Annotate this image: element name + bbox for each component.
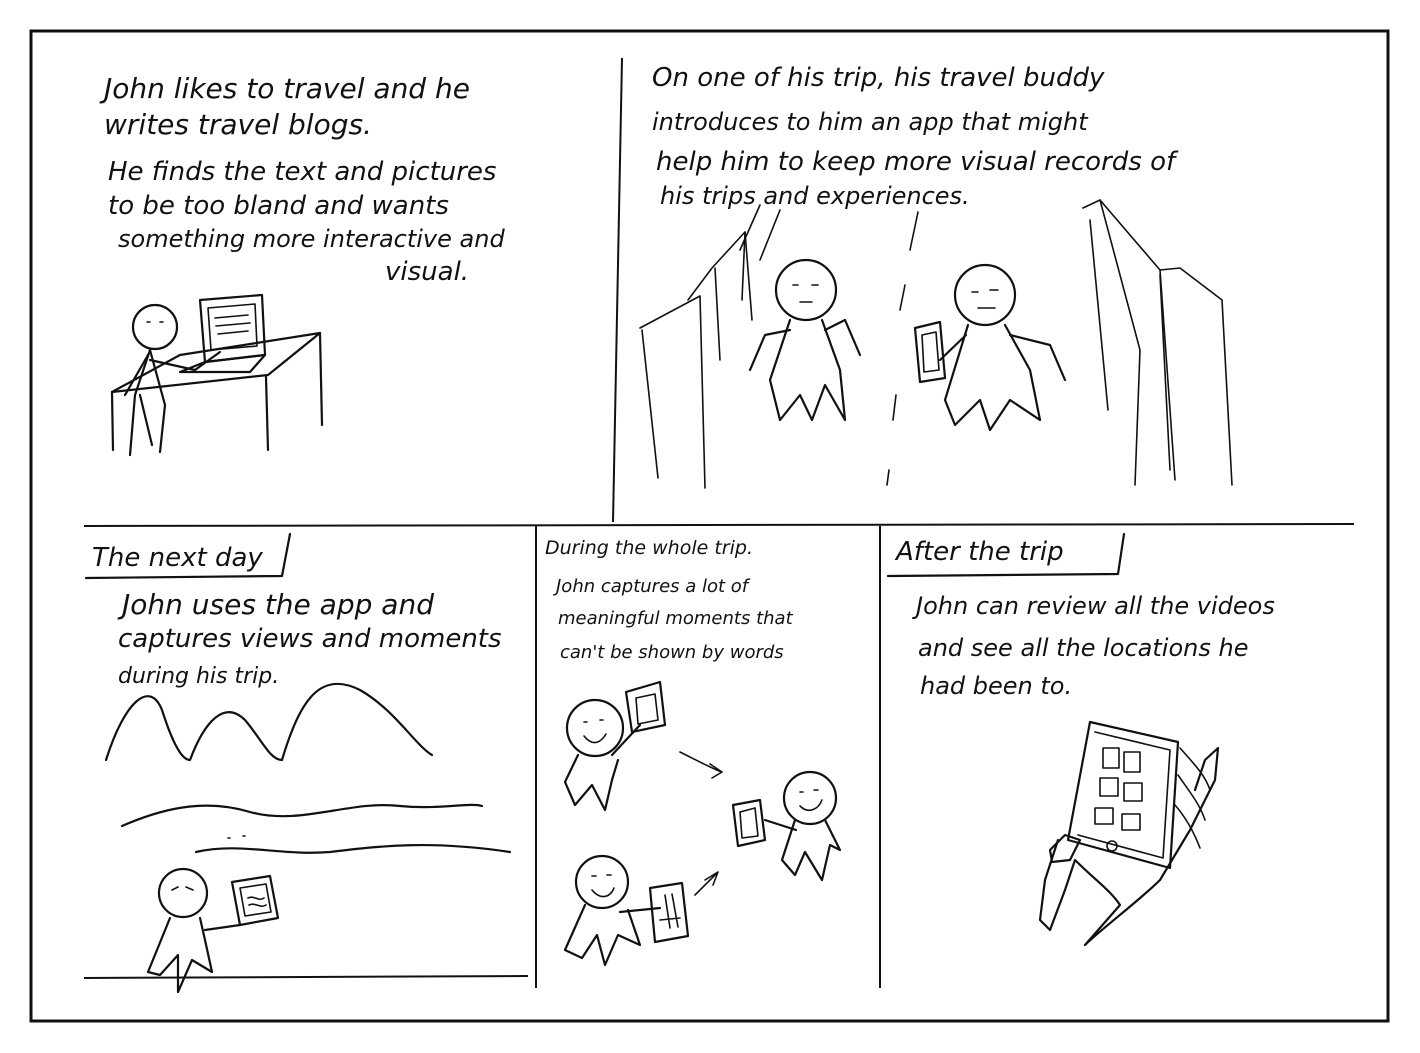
panel-5: After the trip John can review all the v… [886,532,1275,947]
panel4-heading: During the whole trip. [545,537,753,559]
panel4-line-3: can't be shown by words [560,642,784,663]
panel3-line-1: John uses the app and [117,588,434,621]
selfie-sketch-icon [563,680,842,967]
panel3-line-3: during his trip. [118,664,279,689]
panel1-line-6: visual. [385,257,469,287]
panel5-line-2: and see all the locations he [918,634,1248,662]
panel4-line-2: meaningful moments that [558,608,794,629]
panel1-line-5: something more interactive and [118,225,505,253]
panel-2: On one of his trip, his travel buddy int… [639,63,1233,489]
divider-horizontal [83,523,1355,527]
panel3-line-2: captures views and moments [118,624,502,654]
panel1-line-2: writes travel blogs. [104,108,372,141]
panel2-line-1: On one of his trip, his travel buddy [652,63,1105,93]
panel-3: The next day John uses the app and captu… [84,532,512,994]
panel1-line-4: to be too bland and wants [108,191,449,221]
mountains-river-sketch-icon [104,682,512,994]
panel3-base-line [83,975,529,979]
panel5-line-3: had been to. [920,672,1072,700]
panel4-line-1: John captures a lot of [553,576,751,597]
panel-4: During the whole trip. John captures a l… [545,537,842,967]
panel-1: John likes to travel and he writes trave… [99,72,505,457]
panel2-line-4: his trips and experiences. [660,182,970,210]
desk-laptop-sketch-icon [110,293,324,457]
travelers-sketch-icon [639,199,1233,489]
storyboard: John likes to travel and he writes trave… [29,29,1390,1023]
panel2-line-3: help him to keep more visual records of [656,147,1179,177]
panel2-line-2: introduces to him an app that might [652,108,1089,136]
divider-top-vertical [612,57,623,523]
panel1-line-1: John likes to travel and he [99,72,470,105]
phone-grid-sketch-icon [1038,720,1220,947]
panel5-line-1: John can review all the videos [912,592,1275,620]
panel1-line-3: He finds the text and pictures [108,157,496,187]
panel5-heading: After the trip [894,537,1064,567]
panel3-heading: The next day [92,543,263,573]
